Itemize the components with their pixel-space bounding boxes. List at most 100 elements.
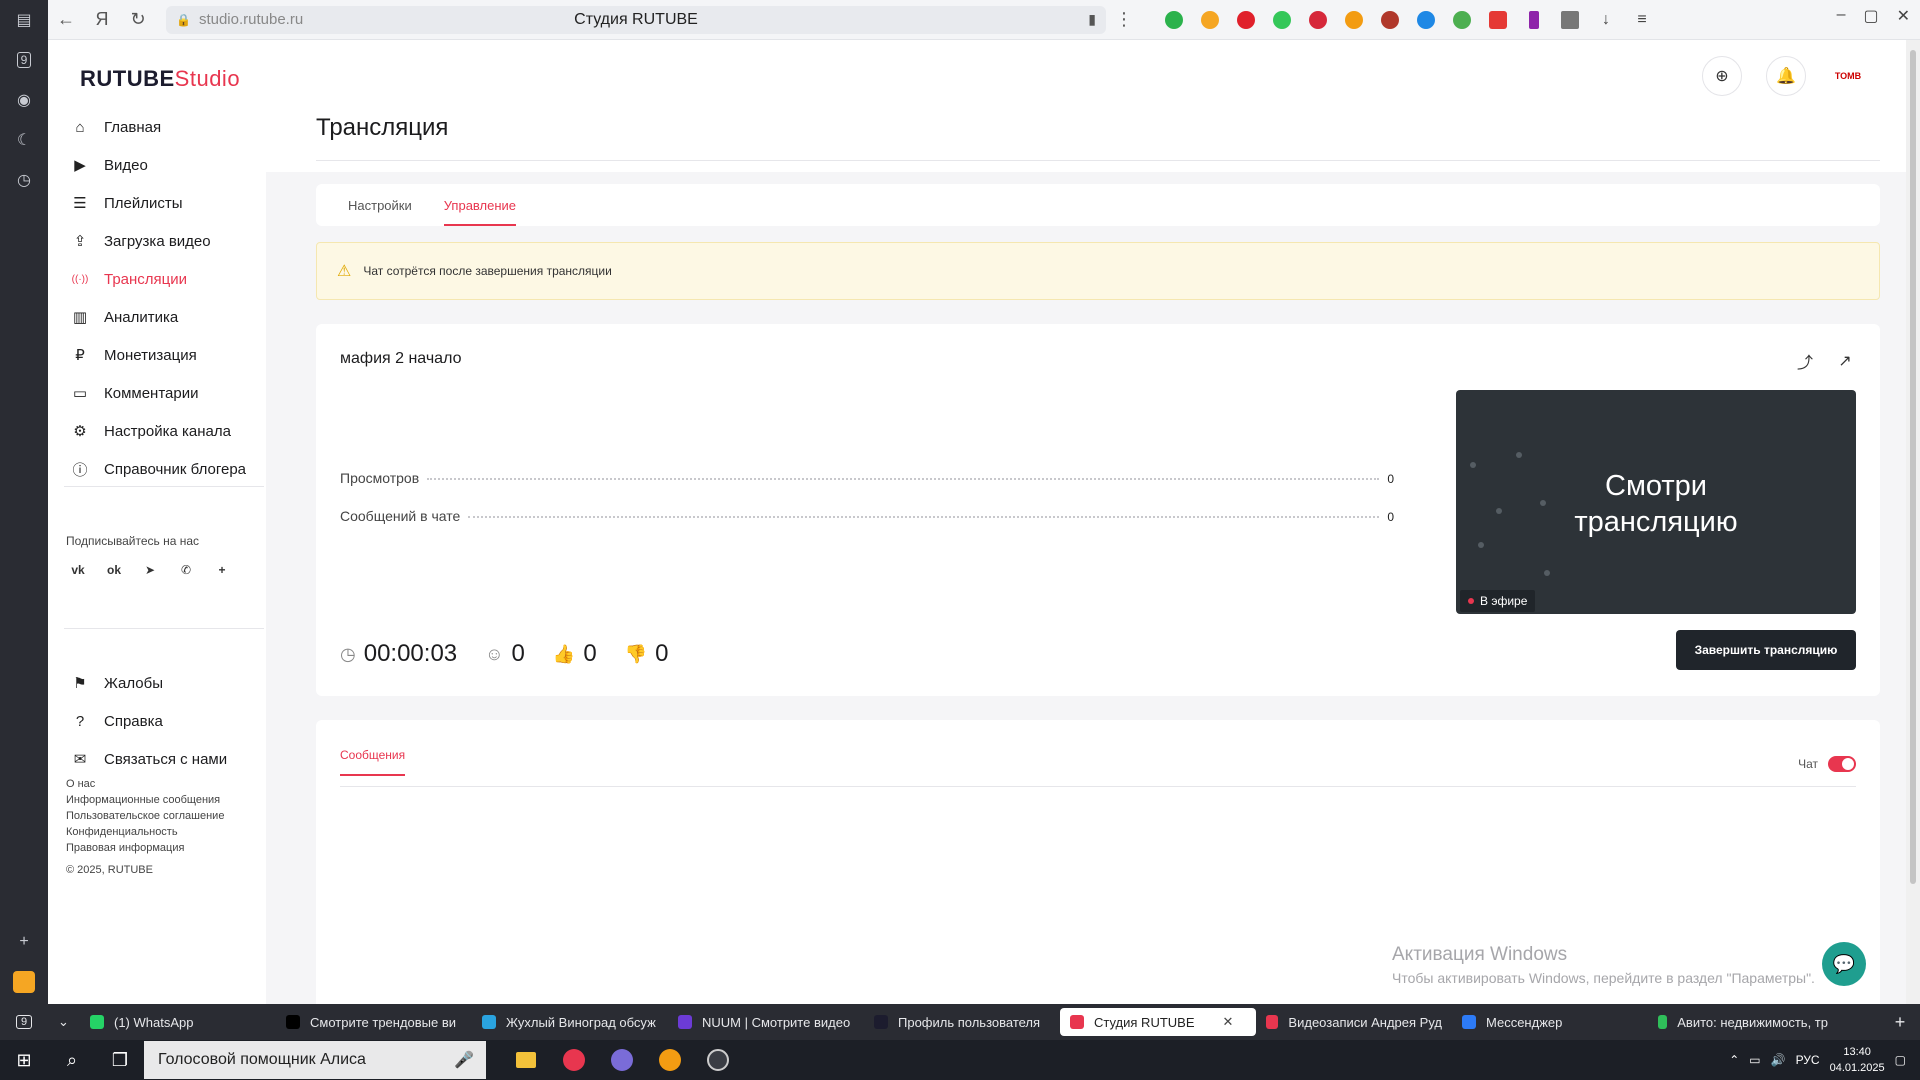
user-icon: ☺	[485, 643, 504, 664]
sidebar-item-home[interactable]: ⌂ Главная	[64, 108, 264, 146]
ext-icon[interactable]	[1156, 6, 1192, 34]
notifications-bell-icon[interactable]: 🔔	[1766, 56, 1806, 96]
viber-icon[interactable]: ✆	[172, 556, 200, 584]
ext-icon[interactable]	[1372, 6, 1408, 34]
browser-tab[interactable]: Студия RUTUBE ✕	[1060, 1008, 1256, 1036]
menu-dots-icon[interactable]: ⋮	[1106, 2, 1142, 38]
browser-tab[interactable]: NUUM | Смотрите видео	[668, 1004, 864, 1040]
avatar[interactable]: TOMB	[1826, 54, 1870, 98]
badge-icon[interactable]: 9	[0, 40, 48, 80]
back-icon[interactable]: ←	[48, 2, 84, 38]
vk-icon[interactable]: vk	[64, 556, 92, 584]
bookmark-icon[interactable]: ▮	[1088, 11, 1096, 28]
browser-tab-label: Видеозаписи Андрея Руд	[1288, 1014, 1442, 1030]
browser-tab[interactable]: Видеозаписи Андрея Руд	[1256, 1004, 1452, 1040]
ext-icon[interactable]	[1228, 6, 1264, 34]
more-socials-icon[interactable]: +	[208, 556, 236, 584]
ext-icon[interactable]	[1300, 6, 1336, 34]
ext-icon[interactable]	[1444, 6, 1480, 34]
reload-icon[interactable]: ↻	[120, 2, 156, 38]
sidebar-item-broadcast[interactable]: ((·)) Трансляции	[64, 260, 264, 298]
stream-preview[interactable]: Смотри трансляцию В эфире	[1456, 390, 1856, 614]
windows-start-icon[interactable]: ⊞	[0, 1040, 48, 1080]
app-icon[interactable]	[694, 1040, 742, 1080]
youtube-icon[interactable]	[1480, 6, 1516, 34]
ext-icon[interactable]	[1552, 6, 1588, 34]
minimize-icon[interactable]: –	[1837, 6, 1846, 26]
download-icon[interactable]: ↓	[1588, 6, 1624, 34]
notifications-icon[interactable]: ▢	[1895, 1053, 1906, 1067]
tab-messages[interactable]: Сообщения	[340, 748, 406, 776]
sidebar-item-playlist[interactable]: ☰ Плейлисты	[64, 184, 264, 222]
address-bar[interactable]: 🔒 studio.rutube.ru Студия RUTUBE ▮	[166, 5, 1106, 34]
maximize-icon[interactable]: ▢	[1863, 6, 1878, 26]
close-window-icon[interactable]: ✕	[1897, 6, 1910, 26]
sidebar-item-help[interactable]: ? Справка	[64, 702, 264, 740]
close-tab-icon[interactable]: ✕	[1223, 1014, 1234, 1030]
end-stream-button[interactable]: Завершить трансляцию	[1676, 630, 1856, 670]
footer-link[interactable]: Информационные сообщения	[66, 792, 224, 808]
browser-tab[interactable]: Профиль пользователя	[864, 1004, 1060, 1040]
ok-icon[interactable]: ok	[100, 556, 128, 584]
hamburger-icon[interactable]: ≡	[1624, 6, 1660, 34]
support-chat-button[interactable]: 💬	[1822, 942, 1866, 986]
browser-tab[interactable]: Авито: недвижимость, тр	[1648, 1004, 1838, 1040]
sidebar-item-flag[interactable]: ⚑ Жалобы	[64, 664, 264, 702]
browser-tab[interactable]: Смотрите трендовые ви	[276, 1004, 472, 1040]
volume-icon[interactable]: 🔊	[1771, 1053, 1786, 1067]
browser-tab[interactable]: (1) WhatsApp	[80, 1004, 276, 1040]
mic-icon[interactable]: 🎤	[454, 1050, 474, 1070]
browser-tab[interactable]: Жухлый Виноград обсуж	[472, 1004, 668, 1040]
file-explorer-icon[interactable]	[502, 1040, 550, 1080]
sidebar-item-monetization[interactable]: ₽ Монетизация	[64, 336, 264, 374]
ext-icon[interactable]	[1192, 6, 1228, 34]
clock[interactable]: 13:40 04.01.2025	[1830, 1044, 1885, 1076]
panel-icon[interactable]: ▤	[0, 0, 48, 40]
app-icon[interactable]	[598, 1040, 646, 1080]
new-tab-icon[interactable]: +	[1880, 1004, 1920, 1040]
add-icon[interactable]: +	[0, 924, 48, 960]
external-link-icon[interactable]: ↗	[1834, 350, 1856, 372]
telegram-icon[interactable]: ➤	[136, 556, 164, 584]
browser-tab[interactable]: Мессенджер	[1452, 1004, 1648, 1040]
share-icon[interactable]: ⤴	[1794, 350, 1816, 372]
sidebar-item-comment[interactable]: ▭ Комментарии	[64, 374, 264, 412]
task-view-icon[interactable]: ❐	[96, 1040, 144, 1080]
search-icon[interactable]: ⌕	[48, 1040, 96, 1080]
moon-icon[interactable]: ☾	[0, 120, 48, 160]
footer-link[interactable]: О нас	[66, 776, 224, 792]
yandex-browser-icon[interactable]	[550, 1040, 598, 1080]
chevron-up-icon[interactable]: ⌃	[1729, 1053, 1739, 1067]
sidebar-item-gear[interactable]: ⚙ Настройка канала	[64, 412, 264, 450]
sidebar-item-video[interactable]: ▶ Видео	[64, 146, 264, 184]
sidebar-item-upload[interactable]: ⇪ Загрузка видео	[64, 222, 264, 260]
language-indicator[interactable]: РУС	[1796, 1053, 1820, 1067]
footer-link[interactable]: Правовая информация	[66, 840, 224, 856]
tab-settings[interactable]: Настройки	[348, 184, 412, 226]
stream-title: мафия 2 начало	[340, 350, 462, 367]
camera-icon[interactable]: ◉	[0, 80, 48, 120]
sidebar-item-info[interactable]: ⓘ Справочник блогера	[64, 450, 264, 488]
sidebar-item-analytics[interactable]: ▥ Аналитика	[64, 298, 264, 336]
add-content-button[interactable]: ⊕	[1702, 56, 1742, 96]
ext-icon[interactable]	[1516, 6, 1552, 34]
rutube-studio-logo[interactable]: RUTUBEStudio	[80, 66, 240, 92]
tab-management[interactable]: Управление	[443, 184, 517, 226]
footer-link[interactable]: Пользовательское соглашение	[66, 808, 224, 824]
ext-icon[interactable]	[1264, 6, 1300, 34]
history-icon[interactable]: ◷	[0, 160, 48, 200]
scrollbar-thumb[interactable]	[1910, 50, 1916, 884]
scrollbar[interactable]	[1906, 40, 1920, 1004]
mail-app-icon[interactable]	[0, 964, 48, 1000]
footer-link[interactable]: Конфиденциальность	[66, 824, 224, 840]
sidebar-item-mail[interactable]: ✉ Связаться с нами	[64, 740, 264, 778]
ext-icon[interactable]	[1408, 6, 1444, 34]
tab-group-icon[interactable]: 9	[0, 1004, 48, 1040]
app-icon[interactable]	[646, 1040, 694, 1080]
chat-toggle[interactable]	[1828, 756, 1856, 772]
alice-search-box[interactable]: Голосовой помощник Алиса 🎤	[144, 1041, 486, 1079]
yandex-icon[interactable]: Я	[84, 2, 120, 38]
network-icon[interactable]: ▭	[1749, 1053, 1760, 1067]
chevron-down-icon[interactable]: ⌄	[48, 1004, 80, 1040]
ext-icon[interactable]	[1336, 6, 1372, 34]
